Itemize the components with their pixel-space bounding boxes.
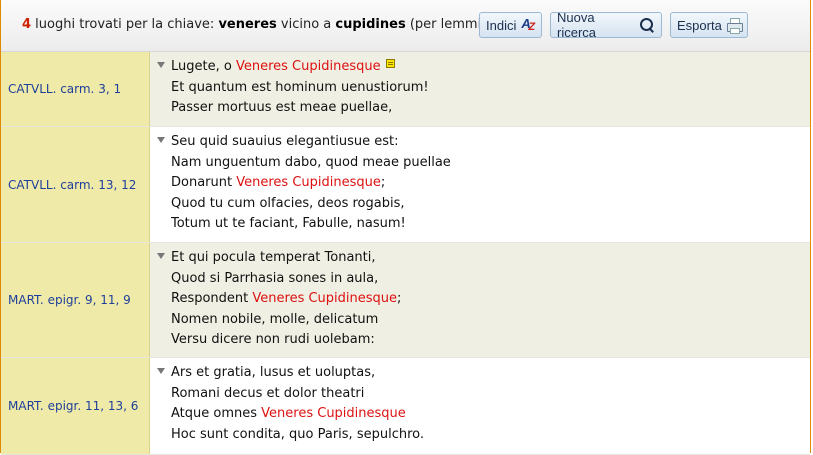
line-text: Et quantum est hominum uenustiorum!: [171, 79, 429, 95]
export-button[interactable]: Esporta: [670, 12, 748, 38]
line-text: Quod tu cum olfacies, deos rogabis,: [171, 195, 405, 211]
line-text: Seu quid suauius elegantiusue est:: [171, 134, 399, 149]
result-passage: Seu quid suauius elegantiusue est: Nam un…: [150, 127, 451, 242]
passage-line: Versu dicere non rudi uolebam:: [171, 330, 401, 351]
passage-line: Respondent Veneres Cupidinesque;: [171, 289, 401, 310]
result-reference-link[interactable]: MART. epigr. 9, 11, 9: [1, 243, 150, 357]
result-count: 4: [22, 17, 32, 32]
passage-line: Et quantum est hominum uenustiorum!: [171, 78, 429, 99]
collapse-triangle-icon[interactable]: [157, 253, 165, 259]
passage-line: Ars et gratia, lusus et uoluptas,: [171, 363, 424, 384]
result-row: MART. epigr. 9, 11, 9 Et qui pocula tempe…: [1, 243, 810, 358]
summary-text-3: (per lemmi): [405, 17, 487, 32]
line-text: Donarunt: [171, 175, 237, 190]
passage-line: Quod si Parrhasia sones in aula,: [171, 269, 401, 290]
line-text: Nomen nobile, molle, delicatum: [171, 311, 379, 327]
line-text: Quod si Parrhasia sones in aula,: [171, 270, 379, 286]
line-text: Atque omnes: [171, 406, 262, 421]
results-toolbar: 4 luoghi trovati per la chiave: veneres …: [1, 0, 810, 52]
highlighted-match: Veneres Cupidinesque: [252, 291, 398, 306]
line-text: Ars et gratia, lusus et uoluptas,: [171, 365, 376, 380]
new-search-label: Nuova ricerca: [557, 10, 597, 40]
result-reference-link[interactable]: MART. epigr. 11, 13, 6: [1, 358, 150, 454]
summary-text-1: luoghi trovati per la chiave:: [31, 17, 219, 32]
line-text: Versu dicere non rudi uolebam:: [171, 332, 375, 347]
highlighted-match: Veneres Cupidinesque: [236, 175, 381, 190]
line-text: Respondent: [171, 291, 253, 306]
export-label: Esporta: [677, 17, 722, 33]
search-summary: 4 luoghi trovati per la chiave: veneres …: [22, 17, 486, 32]
collapse-triangle-icon[interactable]: [157, 368, 165, 374]
line-text: Nam unguentum dabo, quod meae puellae: [171, 154, 451, 170]
passage-line: Atque omnes Veneres Cupidinesque: [171, 404, 424, 425]
passage-line: Passer mortuus est meae puellae,: [171, 98, 429, 119]
printer-icon: [726, 17, 743, 34]
search-key-2: cupidines: [335, 17, 406, 32]
collapse-triangle-icon[interactable]: [157, 137, 165, 143]
search-key-1: veneres: [218, 17, 277, 32]
passage-line: Totum ut te faciant, Fabulle, nasum!: [171, 214, 451, 235]
collapse-triangle-icon[interactable]: [157, 62, 165, 68]
summary-text-2: vicino a: [276, 17, 336, 32]
passage-line: Lugete, o Veneres Cupidinesque: [171, 57, 429, 78]
passage-line: Nam unguentum dabo, quod meae puellae: [171, 153, 451, 174]
result-reference-link[interactable]: CATVLL. carm. 3, 1: [1, 52, 150, 126]
passage-line: Quod tu cum olfacies, deos rogabis,: [171, 194, 451, 215]
result-passage: Et qui pocula temperat Tonanti, Quod si P…: [150, 243, 401, 357]
result-row: CATVLL. carm. 3, 1 Lugete, o Veneres Cupi…: [1, 52, 810, 127]
magnifier-icon: [639, 17, 655, 33]
a-z-sort-icon: AZ: [521, 16, 536, 33]
passage-line: Hoc sunt condita, quo Paris, sepulchro.: [171, 425, 424, 446]
line-text: Romani decus et dolor theatri: [171, 385, 365, 401]
line-text: Hoc sunt condita, quo Paris, sepulchro.: [171, 426, 424, 442]
results-list: CATVLL. carm. 3, 1 Lugete, o Veneres Cupi…: [1, 52, 810, 455]
line-text-after: ;: [397, 291, 402, 306]
indici-label: Indici: [486, 17, 517, 33]
passage-line: Donarunt Veneres Cupidinesque;: [171, 173, 451, 194]
line-text: Lugete, o: [171, 59, 236, 74]
line-text: Et qui pocula temperat Tonanti,: [171, 250, 376, 265]
highlighted-match: Veneres Cupidinesque: [235, 59, 381, 74]
line-text: Passer mortuus est meae puellae,: [171, 100, 393, 115]
result-passage: Lugete, o Veneres Cupidinesque Et quantum…: [150, 52, 429, 126]
passage-line: Et qui pocula temperat Tonanti,: [171, 248, 401, 269]
passage-line: Seu quid suauius elegantiusue est:: [171, 132, 451, 153]
note-icon[interactable]: [385, 59, 395, 68]
indici-button[interactable]: Indici AZ: [479, 12, 542, 38]
line-text-after: ;: [380, 175, 386, 190]
line-text: Totum ut te faciant, Fabulle, nasum!: [171, 216, 406, 231]
result-row: CATVLL. carm. 13, 12 Seu quid suauius ele…: [1, 127, 810, 243]
highlighted-match: Veneres Cupidinesque: [261, 406, 406, 421]
passage-line: Romani decus et dolor theatri: [171, 384, 424, 405]
result-passage: Ars et gratia, lusus et uoluptas, Romani …: [150, 358, 424, 454]
passage-line: Nomen nobile, molle, delicatum: [171, 310, 401, 331]
result-reference-link[interactable]: CATVLL. carm. 13, 12: [1, 127, 150, 242]
new-search-button[interactable]: Nuova ricerca: [550, 10, 662, 40]
result-row: MART. epigr. 11, 13, 6 Ars et gratia, lus…: [1, 358, 810, 455]
